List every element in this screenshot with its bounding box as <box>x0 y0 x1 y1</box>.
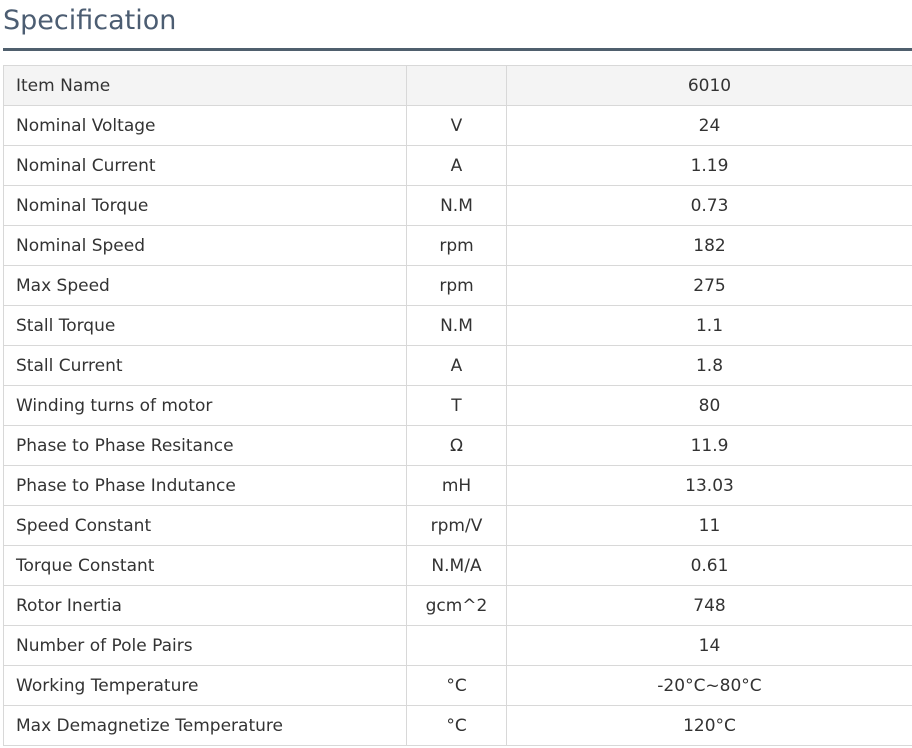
row-name: Number of Pole Pairs <box>3 625 407 666</box>
row-name: Max Speed <box>3 265 407 306</box>
page-title: Specification <box>3 5 177 36</box>
row-value: 1.1 <box>506 305 912 346</box>
row-unit: rpm <box>406 265 507 306</box>
row-unit: A <box>406 145 507 186</box>
header-item-name: Item Name <box>3 65 407 106</box>
row-unit: °C <box>406 705 507 746</box>
table-row: Nominal Voltage V 24 <box>3 105 912 146</box>
table-row: Max Demagnetize Temperature °C 120°C <box>3 705 912 746</box>
table-row: Working Temperature °C -20°C~80°C <box>3 665 912 706</box>
table-row: Speed Constant rpm/V 11 <box>3 505 912 546</box>
title-underline <box>3 48 912 51</box>
table-row: Stall Current A 1.8 <box>3 345 912 386</box>
row-name: Nominal Speed <box>3 225 407 266</box>
row-value: 24 <box>506 105 912 146</box>
row-name: Rotor Inertia <box>3 585 407 626</box>
table-row: Phase to Phase Resitance Ω 11.9 <box>3 425 912 466</box>
row-name: Nominal Torque <box>3 185 407 226</box>
row-name: Nominal Current <box>3 145 407 186</box>
header-unit <box>406 65 507 106</box>
row-name: Speed Constant <box>3 505 407 546</box>
table-row: Stall Torque N.M 1.1 <box>3 305 912 346</box>
table-row: Nominal Speed rpm 182 <box>3 225 912 266</box>
row-name: Nominal Voltage <box>3 105 407 146</box>
table-row: Max Speed rpm 275 <box>3 265 912 306</box>
row-unit: mH <box>406 465 507 506</box>
row-value: 120°C <box>506 705 912 746</box>
table-row: Nominal Current A 1.19 <box>3 145 912 186</box>
row-name: Stall Current <box>3 345 407 386</box>
row-value: 0.61 <box>506 545 912 586</box>
row-unit: rpm <box>406 225 507 266</box>
table-row: Number of Pole Pairs 14 <box>3 625 912 666</box>
row-name: Winding turns of motor <box>3 385 407 426</box>
row-unit: T <box>406 385 507 426</box>
row-unit: N.M/A <box>406 545 507 586</box>
row-name: Torque Constant <box>3 545 407 586</box>
row-name: Max Demagnetize Temperature <box>3 705 407 746</box>
row-name: Working Temperature <box>3 665 407 706</box>
row-name: Phase to Phase Indutance <box>3 465 407 506</box>
table-row: Phase to Phase Indutance mH 13.03 <box>3 465 912 506</box>
row-value: 14 <box>506 625 912 666</box>
row-unit: N.M <box>406 305 507 346</box>
table-row: Torque Constant N.M/A 0.61 <box>3 545 912 586</box>
table-row: Rotor Inertia gcm^2 748 <box>3 585 912 626</box>
table-header-row: Item Name 6010 <box>3 65 912 106</box>
specification-table-body: Item Name 6010 Nominal Voltage V 24 Nomi… <box>3 65 912 746</box>
table-row: Winding turns of motor T 80 <box>3 385 912 426</box>
row-unit: gcm^2 <box>406 585 507 626</box>
row-value: 1.8 <box>506 345 912 386</box>
row-value: 182 <box>506 225 912 266</box>
specification-table: Item Name 6010 Nominal Voltage V 24 Nomi… <box>3 65 912 746</box>
row-value: 1.19 <box>506 145 912 186</box>
row-unit: °C <box>406 665 507 706</box>
row-unit: V <box>406 105 507 146</box>
row-value: 80 <box>506 385 912 426</box>
row-value: 748 <box>506 585 912 626</box>
row-value: 11 <box>506 505 912 546</box>
row-value: -20°C~80°C <box>506 665 912 706</box>
row-name: Phase to Phase Resitance <box>3 425 407 466</box>
row-value: 11.9 <box>506 425 912 466</box>
row-unit: N.M <box>406 185 507 226</box>
row-value: 13.03 <box>506 465 912 506</box>
row-unit: A <box>406 345 507 386</box>
row-name: Stall Torque <box>3 305 407 346</box>
header-model: 6010 <box>506 65 912 106</box>
row-unit: rpm/V <box>406 505 507 546</box>
row-value: 0.73 <box>506 185 912 226</box>
row-unit: Ω <box>406 425 507 466</box>
table-row: Nominal Torque N.M 0.73 <box>3 185 912 226</box>
row-value: 275 <box>506 265 912 306</box>
row-unit <box>406 625 507 666</box>
